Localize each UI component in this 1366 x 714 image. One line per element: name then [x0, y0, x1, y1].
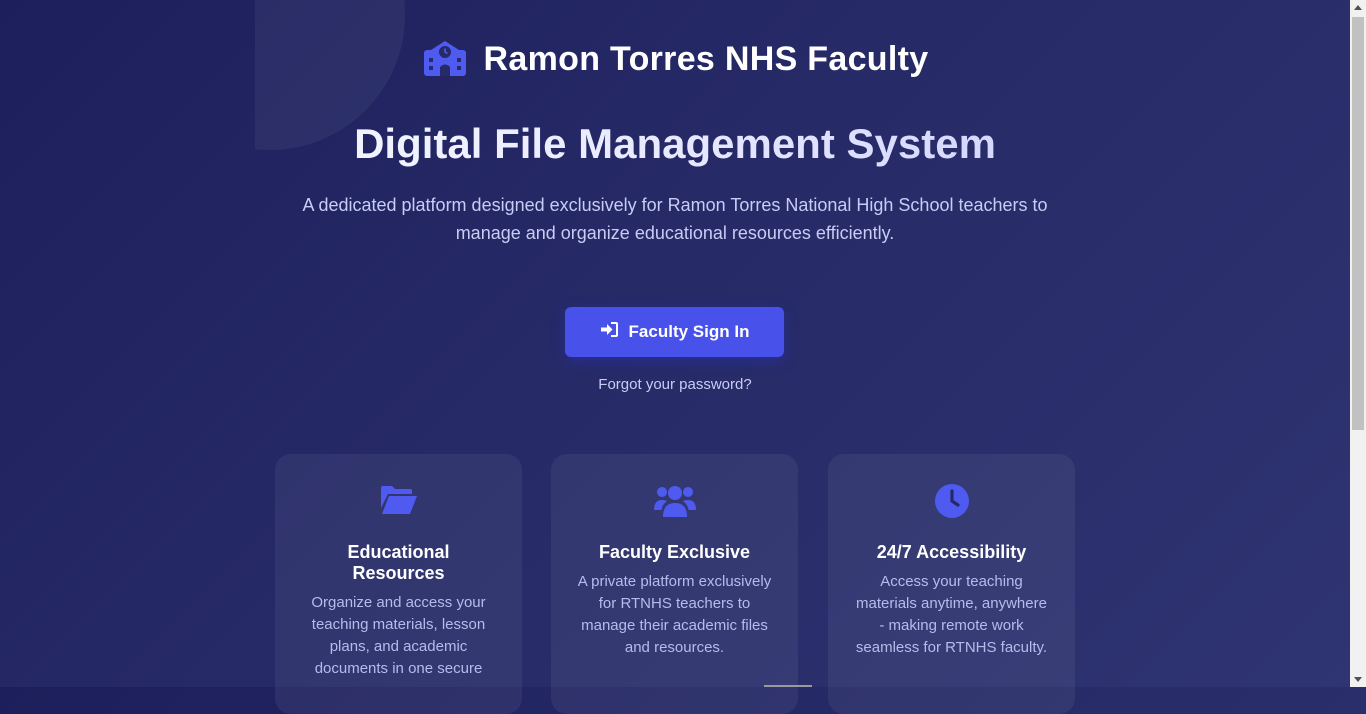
feature-description: A private platform exclusively for RTNHS… [577, 573, 772, 656]
faculty-sign-in-button[interactable]: Faculty Sign In [565, 307, 784, 357]
brand-header: Ramon Torres NHS Faculty [0, 38, 1350, 81]
feature-description: Access your teaching materials anytime, … [855, 573, 1048, 656]
brand-title: Ramon Torres NHS Faculty [483, 40, 929, 78]
folder-open-icon [380, 484, 418, 524]
feature-description: Organize and access your teaching materi… [311, 594, 486, 677]
clock-icon [934, 484, 969, 524]
sign-in-label: Faculty Sign In [628, 322, 750, 341]
sign-in-icon [600, 321, 619, 343]
feature-card-resources: Educational Resources Organize and acces… [275, 454, 522, 714]
forgot-password-link[interactable]: Forgot your password? [0, 376, 1350, 393]
scroll-down-icon[interactable] [1354, 677, 1362, 682]
school-icon [422, 38, 468, 81]
feature-title: 24/7 Accessibility [876, 542, 1027, 562]
page-subtitle: A dedicated platform designed exclusivel… [302, 195, 1048, 243]
feature-title: Educational Resources [347, 542, 450, 583]
feature-title: Faculty Exclusive [598, 542, 751, 562]
page-title: Digital File Management System [0, 120, 1350, 168]
scroll-up-icon[interactable] [1354, 5, 1362, 10]
feature-card-faculty: Faculty Exclusive A private platform exc… [551, 454, 798, 714]
vertical-scrollbar[interactable] [1350, 0, 1366, 687]
scrollbar-thumb[interactable] [1352, 17, 1364, 430]
users-icon [653, 484, 696, 524]
feature-card-accessibility: 24/7 Accessibility Access your teaching … [828, 454, 1075, 714]
